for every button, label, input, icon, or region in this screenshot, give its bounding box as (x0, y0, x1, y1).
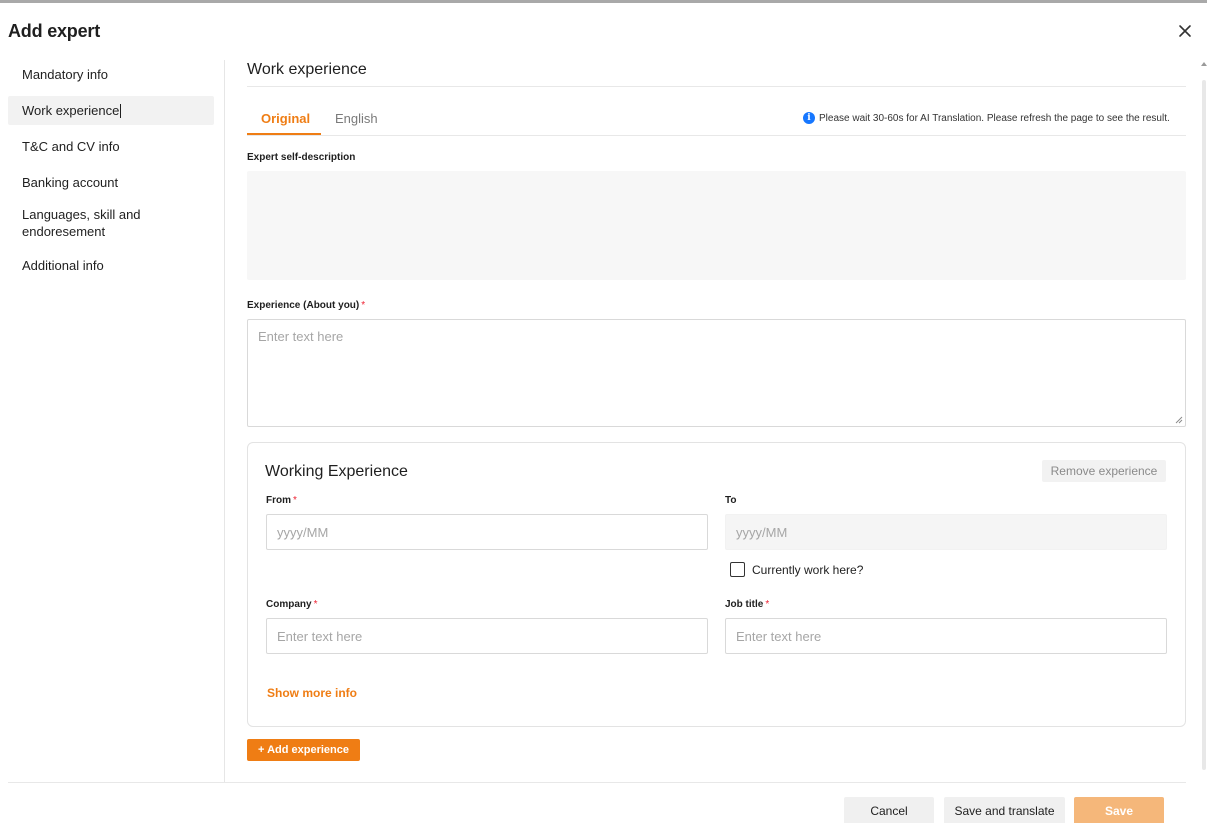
sidebar-item-label: T&C and CV info (22, 139, 120, 154)
working-experience-title: Working Experience (265, 463, 408, 480)
required-marker: * (765, 599, 770, 610)
company-placeholder: Enter text here (277, 628, 363, 644)
job-title-input[interactable]: Enter text here (725, 618, 1167, 654)
sidebar-item-label: Languages, skill and endoresement (22, 207, 141, 239)
translation-notice: i Please wait 30-60s for AI Translation.… (803, 112, 1170, 124)
resize-handle-icon[interactable] (1175, 416, 1183, 424)
required-marker: * (313, 599, 318, 610)
tab-original[interactable]: Original (261, 111, 310, 126)
save-and-translate-button[interactable]: Save and translate (944, 797, 1065, 823)
to-label: To (725, 495, 737, 506)
company-label-text: Company (266, 599, 312, 610)
sidebar-item-banking-account[interactable]: Banking account (8, 168, 214, 197)
working-experience-card (247, 442, 1186, 727)
sidebar-item-label: Banking account (22, 175, 119, 190)
sidebar-item-label: Additional info (22, 258, 104, 273)
sidebar-item-additional-info[interactable]: Additional info (8, 251, 214, 280)
from-label-text: From (266, 495, 291, 506)
close-icon (1179, 25, 1191, 37)
job-title-label: Job title * (725, 599, 769, 610)
notice-text: Please wait 30-60s for AI Translation. P… (819, 112, 1170, 124)
sidebar-item-languages-skill[interactable]: Languages, skill and endoresement (8, 204, 214, 242)
experience-about-label-text: Experience (About you) (247, 300, 360, 311)
window-top-border (0, 0, 1207, 3)
scrollbar-thumb[interactable] (1202, 80, 1206, 770)
job-title-label-text: Job title (725, 599, 764, 610)
section-title: Work experience (247, 61, 367, 78)
experience-about-textarea[interactable]: Enter text here (247, 319, 1186, 427)
info-icon: i (803, 112, 815, 124)
required-marker: * (293, 495, 297, 506)
section-divider (247, 86, 1186, 87)
self-description-label: Expert self-description (247, 152, 356, 163)
currently-work-here-checkbox[interactable]: Currently work here? (730, 562, 863, 577)
footer-divider (8, 782, 1186, 783)
to-date-input[interactable]: yyyy/MM (725, 514, 1167, 550)
sidebar-item-label: Work experience (22, 103, 120, 118)
tab-english[interactable]: English (335, 111, 378, 126)
from-label: From * (266, 495, 297, 506)
job-title-placeholder: Enter text here (736, 628, 822, 644)
self-description-field (247, 171, 1186, 280)
from-date-input[interactable]: yyyy/MM (266, 514, 708, 550)
sidebar-item-label: Mandatory info (22, 67, 108, 82)
scroll-up-arrow-icon[interactable] (1201, 62, 1207, 66)
sidebar-item-mandatory-info[interactable]: Mandatory info (8, 60, 214, 89)
sidebar-nav: Mandatory info Work experience T&C and C… (8, 60, 214, 287)
checkbox-box[interactable] (730, 562, 745, 577)
show-more-info-link[interactable]: Show more info (267, 686, 357, 700)
experience-about-label: Experience (About you) * (247, 300, 365, 311)
from-date-placeholder: yyyy/MM (277, 524, 329, 540)
modal-title: Add expert (8, 21, 101, 41)
to-date-placeholder: yyyy/MM (736, 524, 788, 540)
save-button[interactable]: Save (1074, 797, 1164, 823)
tabs-divider (247, 135, 1186, 136)
close-button[interactable] (1174, 20, 1196, 42)
required-marker: * (361, 300, 366, 311)
experience-about-placeholder: Enter text here (258, 329, 344, 344)
text-cursor (120, 103, 122, 118)
remove-experience-button[interactable]: Remove experience (1042, 460, 1166, 482)
add-experience-button[interactable]: + Add experience (247, 739, 360, 761)
sidebar-divider (224, 60, 225, 782)
sidebar-item-work-experience[interactable]: Work experience (8, 96, 214, 125)
currently-work-here-label: Currently work here? (752, 562, 864, 577)
cancel-button[interactable]: Cancel (844, 797, 934, 823)
company-input[interactable]: Enter text here (266, 618, 708, 654)
company-label: Company * (266, 599, 317, 610)
sidebar-item-tc-cv-info[interactable]: T&C and CV info (8, 132, 214, 161)
